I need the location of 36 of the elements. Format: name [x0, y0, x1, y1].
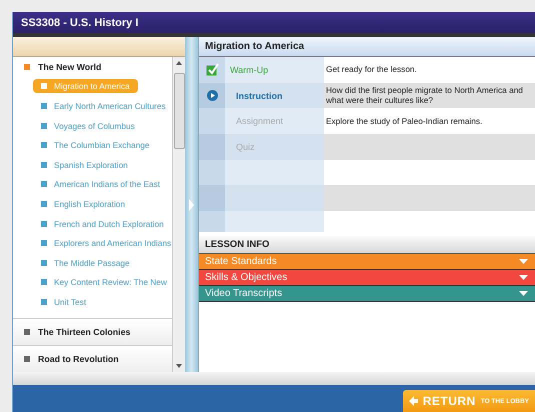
window-title: SS3308 - U.S. History I — [21, 16, 138, 28]
accordion-section[interactable]: Skills & Objectives — [199, 270, 535, 286]
activity-row[interactable]: Instruction How did the first people migrate to North America and what were their cultures like? — [199, 82, 535, 108]
unit-item[interactable]: Road to Revolution — [13, 344, 172, 372]
scroll-down-icon[interactable] — [176, 364, 182, 368]
arrow-left-icon — [408, 396, 418, 406]
play-icon — [206, 90, 218, 102]
scrollbar[interactable] — [172, 57, 185, 372]
activity-link[interactable]: Instruction — [225, 90, 282, 101]
caret-icon — [519, 275, 528, 280]
lesson-item[interactable]: Spanish Exploration — [33, 158, 136, 172]
lesson-info-title: LESSON INFO — [205, 239, 270, 250]
accordion-section[interactable]: State Standards — [199, 254, 535, 270]
lesson-item[interactable]: English Exploration — [33, 196, 134, 211]
activity-link[interactable]: Warm-Up — [225, 64, 268, 75]
scroll-thumb[interactable] — [174, 73, 184, 149]
lesson-item[interactable]: Early North American Cultures — [33, 99, 172, 113]
activity-description: Explore the study of Paleo-Indian remains. — [326, 116, 482, 126]
caret-icon — [519, 291, 528, 296]
lesson-item[interactable]: Voyages of Columbus — [33, 118, 143, 133]
lesson-item[interactable]: American Indians of the East — [33, 177, 168, 192]
lesson-item[interactable]: The Columbian Exchange — [33, 138, 158, 152]
activity-description: Get ready for the lesson. — [326, 65, 417, 74]
lesson-item[interactable]: Unit Test — [33, 294, 94, 309]
unit-item[interactable]: The Thirteen Colonies — [13, 318, 172, 345]
lesson-item[interactable]: Explorers and American Indians — [33, 236, 172, 250]
lesson-title: Migration to America — [205, 41, 304, 52]
accordion-section[interactable]: Video Transcripts — [199, 286, 535, 302]
lesson-item[interactable]: The Middle Passage — [33, 256, 138, 270]
activity-description: How did the first people migrate to North America and what were their cultures like? — [326, 86, 524, 105]
lesson-item[interactable]: French and Dutch Exploration — [33, 216, 172, 231]
lesson-item[interactable]: Key Content Review: The New — [33, 275, 172, 290]
lesson-item[interactable]: Migration to America — [33, 79, 138, 94]
unit-item[interactable]: The New World — [13, 57, 172, 77]
caret-icon — [519, 259, 528, 264]
scroll-up-icon[interactable] — [176, 61, 182, 65]
